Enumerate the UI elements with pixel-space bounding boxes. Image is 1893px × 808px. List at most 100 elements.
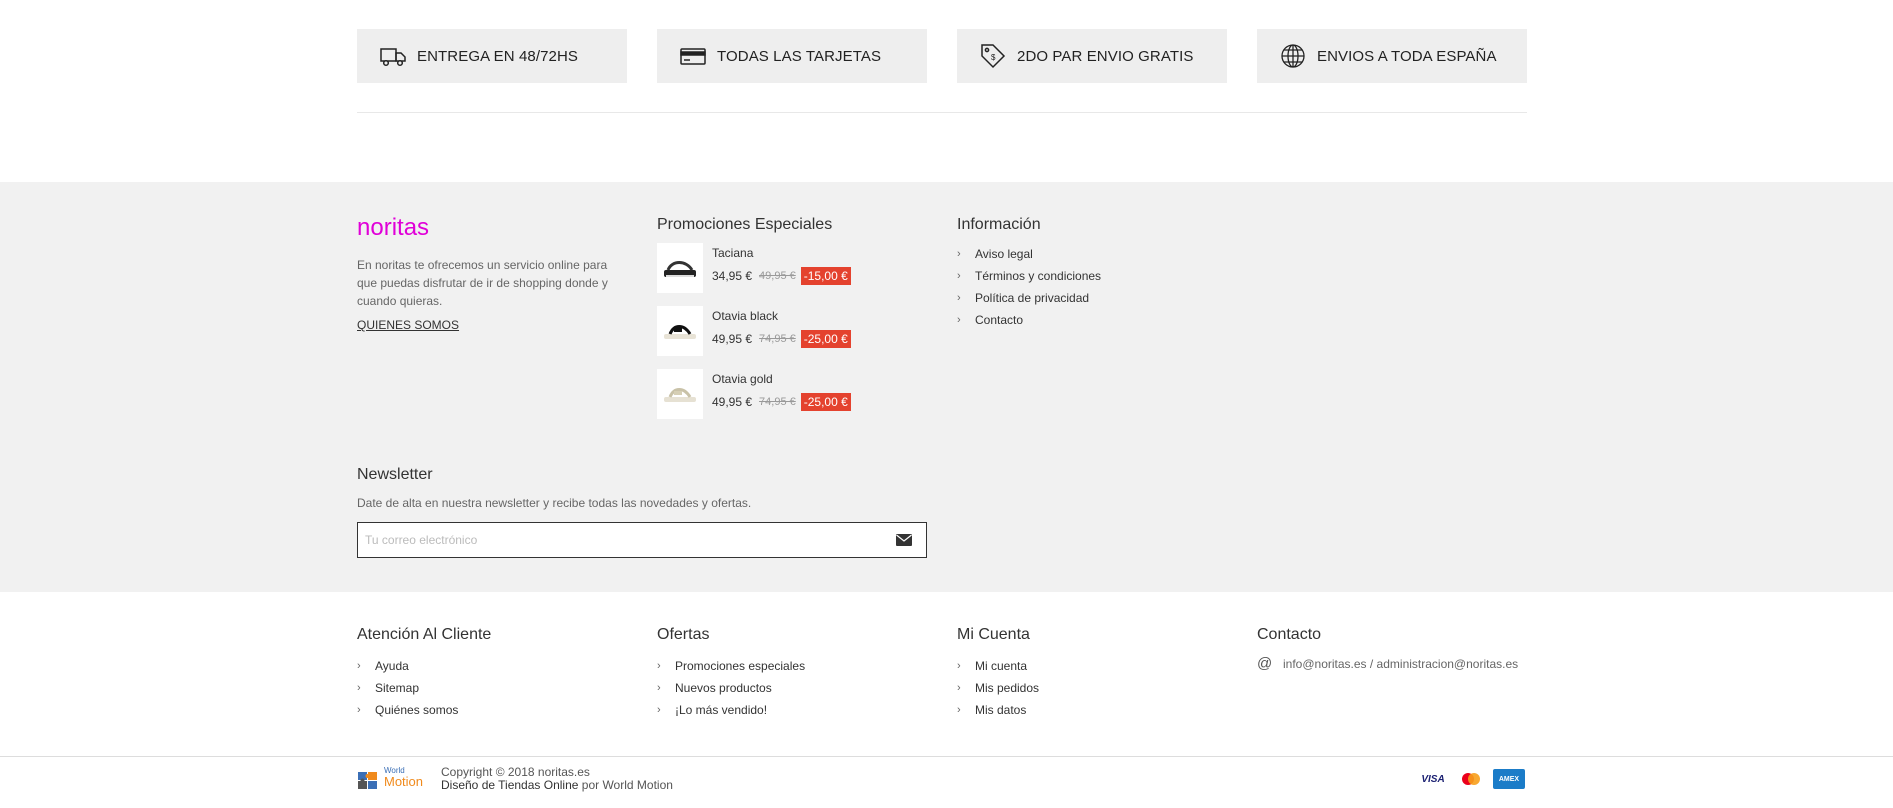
feature-cards[interactable]: TODAS LAS TARJETAS xyxy=(657,29,927,83)
feature-label: ENTREGA EN 48/72HS xyxy=(417,47,579,65)
newsletter-submit-button[interactable] xyxy=(882,523,926,557)
feature-label: TODAS LAS TARJETAS xyxy=(717,47,882,65)
promo-product[interactable]: Otavia black 49,95 € 74,95 € -25,00 € xyxy=(657,306,927,356)
sandal-image xyxy=(664,261,696,277)
link-label: Sitemap xyxy=(375,681,420,695)
product-name[interactable]: Taciana xyxy=(712,246,851,260)
about-link[interactable]: QUIENES SOMOS xyxy=(357,318,459,332)
chevron-right-icon: › xyxy=(357,660,361,672)
newsletter-title: Newsletter xyxy=(357,466,433,483)
discount-badge: -25,00 € xyxy=(800,330,851,348)
customer-service-block: Atención Al Cliente › Ayuda › Sitemap › Qui… xyxy=(357,626,627,721)
chevron-right-icon: › xyxy=(957,314,961,326)
feature-free-shipping[interactable]: $ 2DO PAR ENVIO GRATIS xyxy=(957,29,1227,83)
contact-email[interactable]: @ info@noritas.es / administracion@norit… xyxy=(1257,655,1527,672)
promotions-title: Promociones Especiales xyxy=(657,216,833,233)
product-price: 49,95 € xyxy=(712,332,753,346)
link-label: Ayuda xyxy=(375,659,409,673)
link-label: Términos y condiciones xyxy=(975,269,1102,283)
feature-delivery[interactable]: ENTREGA EN 48/72HS xyxy=(357,29,627,83)
globe-icon xyxy=(1281,44,1305,68)
chevron-right-icon: › xyxy=(957,248,961,260)
newsletter-email-input[interactable] xyxy=(358,523,882,557)
chevron-right-icon: › xyxy=(657,704,661,716)
chevron-right-icon: › xyxy=(957,292,961,304)
tag-icon: $ xyxy=(981,44,1006,69)
newsletter-text: Date de alta en nuestra newsletter y rec… xyxy=(357,496,752,510)
product-name[interactable]: Otavia gold xyxy=(712,372,851,386)
visa-icon: VISA xyxy=(1417,769,1449,789)
logo-text-bottom: Motion xyxy=(384,774,424,789)
product-old-price: 49,95 € xyxy=(759,270,796,282)
footer-link[interactable]: › Mis datos xyxy=(957,699,1227,721)
at-icon: @ xyxy=(1257,655,1273,672)
feature-label: ENVIOS A TODA ESPAÑA xyxy=(1317,47,1497,65)
feature-spain-shipping[interactable]: ENVIOS A TODA ESPAÑA xyxy=(1257,29,1527,83)
contact-text: info@noritas.es / administracion@noritas… xyxy=(1283,656,1519,671)
link-label: Nuevos productos xyxy=(675,681,772,695)
link-label: Contacto xyxy=(975,313,1024,327)
copyright: Copyright © 2018 noritas.es Diseño de Ti… xyxy=(441,766,673,792)
product-price: 49,95 € xyxy=(712,395,753,409)
newsletter-block: Newsletter Date de alta en nuestra newsl… xyxy=(357,466,927,558)
chevron-right-icon: › xyxy=(957,682,961,694)
link-label: Promociones especiales xyxy=(675,659,806,673)
product-price: 34,95 € xyxy=(712,269,753,283)
footer-link[interactable]: › Mis pedidos xyxy=(957,677,1227,699)
offers-block: Ofertas › Promociones especiales › Nuevos … xyxy=(657,626,927,721)
brand-logo[interactable]: noritas xyxy=(357,214,627,242)
design-by-text: por World Motion xyxy=(581,778,673,792)
world-motion-logo[interactable]: World Motion xyxy=(357,766,427,792)
product-old-price: 74,95 € xyxy=(759,396,796,408)
footer-link[interactable]: › Sitemap xyxy=(357,677,627,699)
link-label: Mis datos xyxy=(975,703,1027,717)
bottom-divider xyxy=(0,756,1893,757)
link-label: Quiénes somos xyxy=(375,703,459,717)
bottom-bar: World Motion Copyright © 2018 noritas.es… xyxy=(357,764,1527,794)
info-link[interactable]: › Política de privacidad xyxy=(957,287,1227,309)
contact-block: Contacto @ info@noritas.es / administrac… xyxy=(1257,626,1527,672)
feature-strip: ENTREGA EN 48/72HS TODAS LAS TARJETAS $ … xyxy=(357,29,1527,83)
footer-link[interactable]: › Mi cuenta xyxy=(957,655,1227,677)
footer-link[interactable]: › Quiénes somos xyxy=(357,699,627,721)
info-link[interactable]: › Contacto xyxy=(957,309,1227,331)
discount-badge: -25,00 € xyxy=(800,393,851,411)
link-label: Mi cuenta xyxy=(975,659,1028,673)
svg-text:$: $ xyxy=(991,53,996,62)
promo-product[interactable]: Otavia gold 49,95 € 74,95 € -25,00 € xyxy=(657,369,927,419)
discount-badge: -15,00 € xyxy=(800,267,851,285)
footer-link[interactable]: › ¡Lo más vendido! xyxy=(657,699,927,721)
promotions-block: Promociones Especiales Taciana 34,95 € 4… xyxy=(657,216,927,432)
footer-link[interactable]: › Nuevos productos xyxy=(657,677,927,699)
product-thumbnail[interactable] xyxy=(657,243,703,293)
sandal-image xyxy=(664,388,696,402)
brand-description: En noritas te ofrecemos un servicio onli… xyxy=(357,258,608,308)
account-title: Mi Cuenta xyxy=(957,626,1030,643)
information-title: Información xyxy=(957,216,1041,233)
account-block: Mi Cuenta › Mi cuenta › Mis pedidos › Mis d… xyxy=(957,626,1227,721)
footer-link[interactable]: › Promociones especiales xyxy=(657,655,927,677)
amex-icon: AMEX xyxy=(1493,769,1525,789)
product-name[interactable]: Otavia black xyxy=(712,309,851,323)
product-old-price: 74,95 € xyxy=(759,333,796,345)
link-label: ¡Lo más vendido! xyxy=(675,703,768,717)
mastercard-icon xyxy=(1455,769,1487,789)
credit-card-icon xyxy=(680,48,706,65)
design-link[interactable]: Diseño de Tiendas Online xyxy=(441,778,578,792)
information-block: Información › Aviso legal › Términos y con… xyxy=(957,216,1227,331)
sandal-image xyxy=(664,325,696,339)
offers-title: Ofertas xyxy=(657,626,710,643)
chevron-right-icon: › xyxy=(357,704,361,716)
footer-link[interactable]: › Ayuda xyxy=(357,655,627,677)
divider xyxy=(357,112,1527,113)
puzzle-icon xyxy=(358,772,377,789)
product-thumbnail[interactable] xyxy=(657,306,703,356)
chevron-right-icon: › xyxy=(957,704,961,716)
link-label: Aviso legal xyxy=(975,247,1033,261)
info-link[interactable]: › Términos y condiciones xyxy=(957,265,1227,287)
product-thumbnail[interactable] xyxy=(657,369,703,419)
chevron-right-icon: › xyxy=(957,270,961,282)
promo-product[interactable]: Taciana 34,95 € 49,95 € -15,00 € xyxy=(657,243,927,293)
info-link[interactable]: › Aviso legal xyxy=(957,243,1227,265)
link-label: Política de privacidad xyxy=(975,291,1090,305)
